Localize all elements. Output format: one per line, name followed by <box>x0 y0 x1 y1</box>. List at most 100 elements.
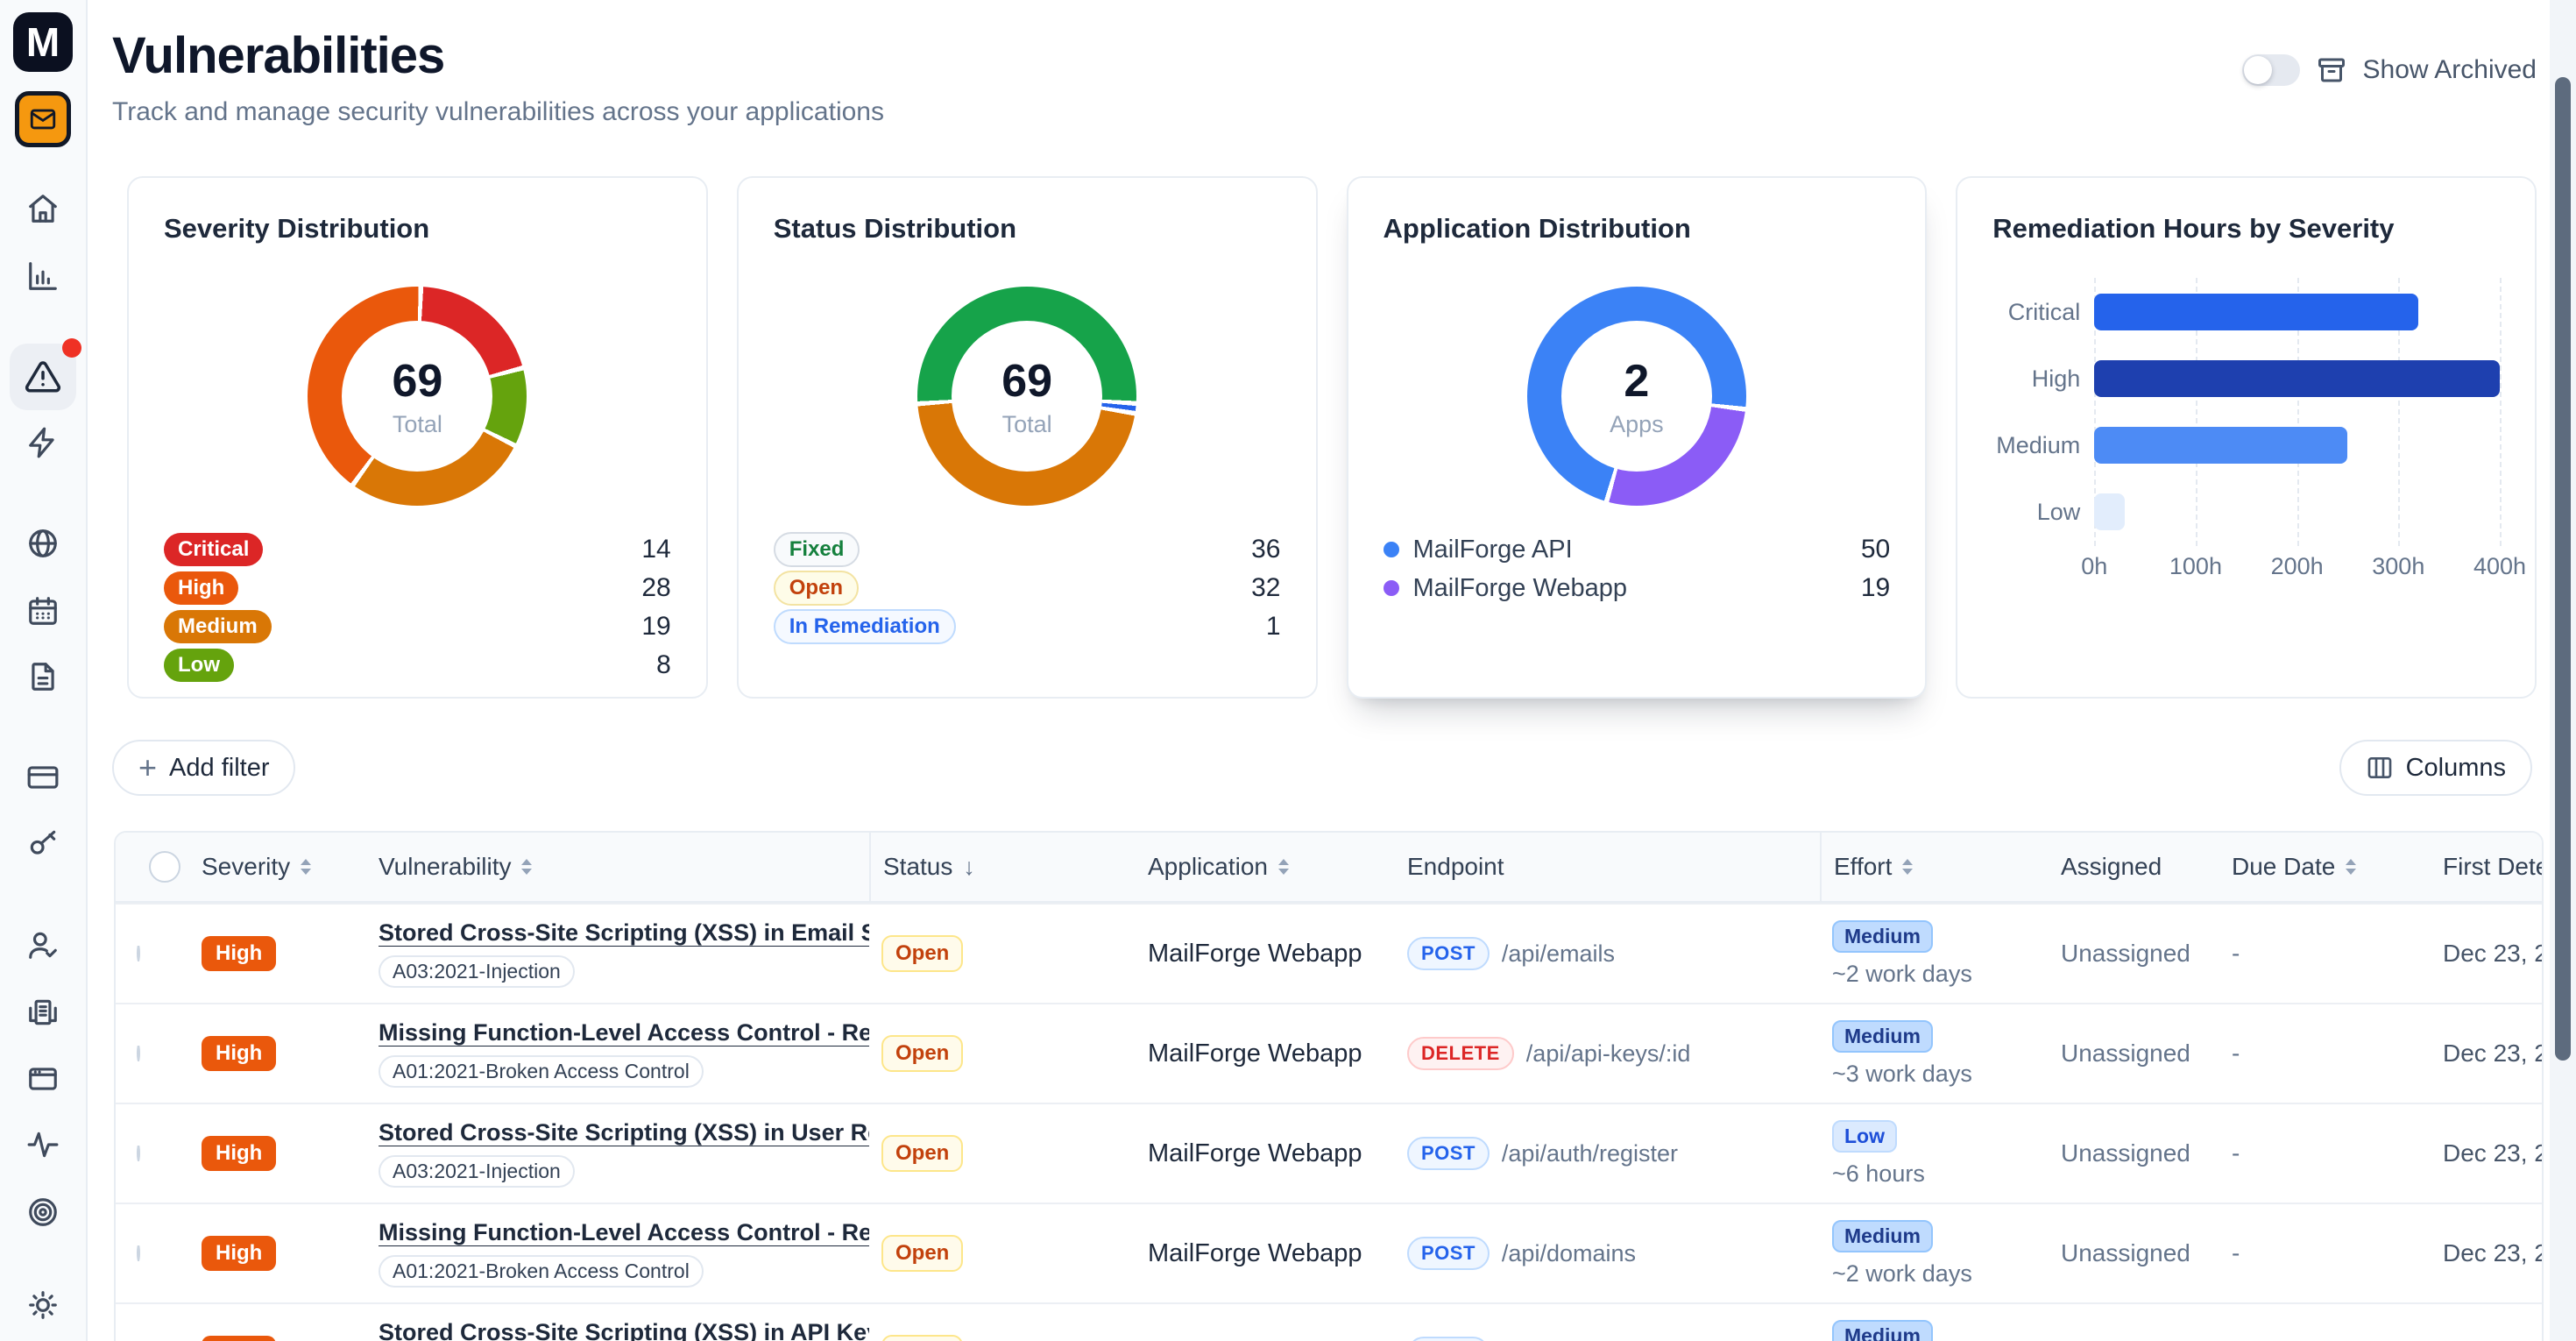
home-icon[interactable] <box>10 189 76 228</box>
assigned-cell: Unassigned <box>2049 940 2219 968</box>
bar-row: Critical <box>2094 294 2500 330</box>
select-all-checkbox[interactable] <box>149 851 180 883</box>
target-icon[interactable] <box>10 1193 76 1231</box>
legend-value: 36 <box>1251 535 1280 564</box>
scrollbar-thumb[interactable] <box>2555 77 2571 1061</box>
status-donut-chart[interactable]: 69 Total <box>917 287 1136 506</box>
status-badge: Open <box>881 1135 963 1172</box>
legend-value: 50 <box>1861 535 1890 564</box>
low-bar[interactable] <box>2094 493 2125 530</box>
method-badge: DELETE <box>1407 1037 1514 1070</box>
status-legend: Fixed 36 Open 32 In Remediation 1 <box>774 530 1281 646</box>
column-header-endpoint[interactable]: Endpoint <box>1395 833 1820 901</box>
legend-item: Medium 19 <box>164 607 671 646</box>
column-header-assigned[interactable]: Assigned <box>2049 833 2219 901</box>
critical-bar[interactable] <box>2094 294 2418 330</box>
globe-icon[interactable] <box>10 524 76 563</box>
table-header-row: Severity Vulnerability Status↓ Applicati… <box>116 833 2542 903</box>
column-header-first-detected[interactable]: First Detected <box>2431 833 2542 901</box>
vulnerability-link[interactable]: Stored Cross-Site Scripting (XSS) in Ema… <box>379 919 869 947</box>
file-text-icon[interactable] <box>10 657 76 696</box>
owasp-tag: A01:2021-Broken Access Control <box>379 1255 704 1288</box>
bar-chart-icon[interactable] <box>10 257 76 295</box>
table-row[interactable]: High Stored Cross-Site Scripting (XSS) i… <box>116 1103 2542 1203</box>
zap-icon[interactable] <box>10 423 76 462</box>
calendar-icon[interactable] <box>10 592 76 630</box>
column-header-due-date[interactable]: Due Date <box>2219 833 2431 901</box>
status-badge: Open <box>881 1235 963 1272</box>
row-checkbox[interactable] <box>137 946 140 961</box>
sort-icon <box>2346 859 2356 875</box>
critical-badge: Critical <box>164 533 263 566</box>
toggle-knob <box>2244 56 2272 84</box>
effort-badge: Medium <box>1832 1220 1933 1252</box>
browser-window-icon[interactable] <box>10 1060 76 1098</box>
endpoint-path: /api/emails <box>1502 940 1615 968</box>
show-archived-control: Show Archived <box>2242 54 2537 86</box>
status-badge: Open <box>881 935 963 972</box>
alert-triangle-icon[interactable] <box>10 344 76 410</box>
effort-badge: Medium <box>1832 1020 1933 1053</box>
checkbox-cell <box>116 1046 189 1061</box>
owasp-tag: A03:2021-Injection <box>379 1155 575 1188</box>
table-row[interactable]: High Stored Cross-Site Scripting (XSS) i… <box>116 1302 2542 1341</box>
row-checkbox[interactable] <box>137 1245 140 1261</box>
main-content: Vulnerabilities Track and manage securit… <box>88 0 2576 1341</box>
effort-cell: Medium ~2 work days <box>1820 920 2049 988</box>
medium-bar[interactable] <box>2094 427 2347 464</box>
bar-label: Low <box>1992 499 2080 526</box>
method-badge: POST <box>1407 1237 1490 1270</box>
column-header-vulnerability[interactable]: Vulnerability <box>366 833 869 901</box>
vulnerability-link[interactable]: Stored Cross-Site Scripting (XSS) in API… <box>379 1319 869 1341</box>
table-row[interactable]: High Missing Function-Level Access Contr… <box>116 1003 2542 1103</box>
severity-donut-chart[interactable]: 69 Total <box>308 287 527 506</box>
archive-icon <box>2316 54 2347 86</box>
vulnerability-cell: Stored Cross-Site Scripting (XSS) in API… <box>366 1319 869 1341</box>
application-donut-chart[interactable]: 2 Apps <box>1527 287 1746 506</box>
application-cell: MailForge Webapp <box>1136 1139 1395 1168</box>
bar-label: Critical <box>1992 299 2080 326</box>
mail-app-icon[interactable] <box>15 91 71 147</box>
effort-time: ~6 hours <box>1832 1160 2049 1188</box>
effort-time: ~3 work days <box>1832 1061 2049 1088</box>
column-header-severity[interactable]: Severity <box>189 833 366 901</box>
row-checkbox[interactable] <box>137 1046 140 1061</box>
remediation-bar-chart: Critical High Medium Low <box>1992 294 2500 588</box>
credit-card-icon[interactable] <box>10 758 76 797</box>
high-bar[interactable] <box>2094 360 2500 397</box>
in-remediation-badge: In Remediation <box>774 609 956 644</box>
columns-button[interactable]: Columns <box>2339 740 2532 796</box>
remediation-hours-card: Remediation Hours by Severity Critical H… <box>1956 176 2537 699</box>
status-badge: Open <box>881 1335 963 1341</box>
first-detected-cell: Dec 23, 2024 <box>2431 940 2542 968</box>
vulnerability-link[interactable]: Missing Function-Level Access Control - … <box>379 1219 869 1246</box>
vulnerability-cell: Stored Cross-Site Scripting (XSS) in Use… <box>366 1119 869 1188</box>
column-header-status[interactable]: Status↓ <box>869 833 1136 901</box>
bar-label: Medium <box>1992 432 2080 459</box>
sun-icon[interactable] <box>10 1286 76 1324</box>
row-checkbox[interactable] <box>137 1146 140 1161</box>
show-archived-toggle[interactable] <box>2242 54 2300 86</box>
due-date-cell: - <box>2219 940 2431 968</box>
add-filter-button[interactable]: + Add filter <box>112 740 295 796</box>
key-icon[interactable] <box>10 824 76 862</box>
table-row[interactable]: High Missing Function-Level Access Contr… <box>116 1203 2542 1302</box>
legend-item: Fixed 36 <box>774 530 1281 569</box>
vulnerability-link[interactable]: Stored Cross-Site Scripting (XSS) in Use… <box>379 1119 869 1146</box>
severity-badge: High <box>202 1336 276 1341</box>
m-logo[interactable]: M <box>13 12 73 72</box>
column-header-application[interactable]: Application <box>1136 833 1395 901</box>
effort-time: ~2 work days <box>1832 1260 2049 1288</box>
vulnerability-link[interactable]: Missing Function-Level Access Control - … <box>379 1019 869 1047</box>
assigned-cell: Unassigned <box>2049 1239 2219 1267</box>
table-row[interactable]: High Stored Cross-Site Scripting (XSS) i… <box>116 903 2542 1003</box>
effort-cell: Medium ~2 work days <box>1820 1220 2049 1288</box>
app-legend-entry: MailForge Webapp <box>1384 574 1627 603</box>
vulnerability-cell: Missing Function-Level Access Control - … <box>366 1019 869 1088</box>
user-check-icon[interactable] <box>10 926 76 964</box>
severity-cell: High <box>189 1136 366 1171</box>
legend-item: High 28 <box>164 569 671 607</box>
printer-icon[interactable] <box>10 993 76 1032</box>
activity-icon[interactable] <box>10 1125 76 1164</box>
column-header-effort[interactable]: Effort <box>1820 833 2049 901</box>
